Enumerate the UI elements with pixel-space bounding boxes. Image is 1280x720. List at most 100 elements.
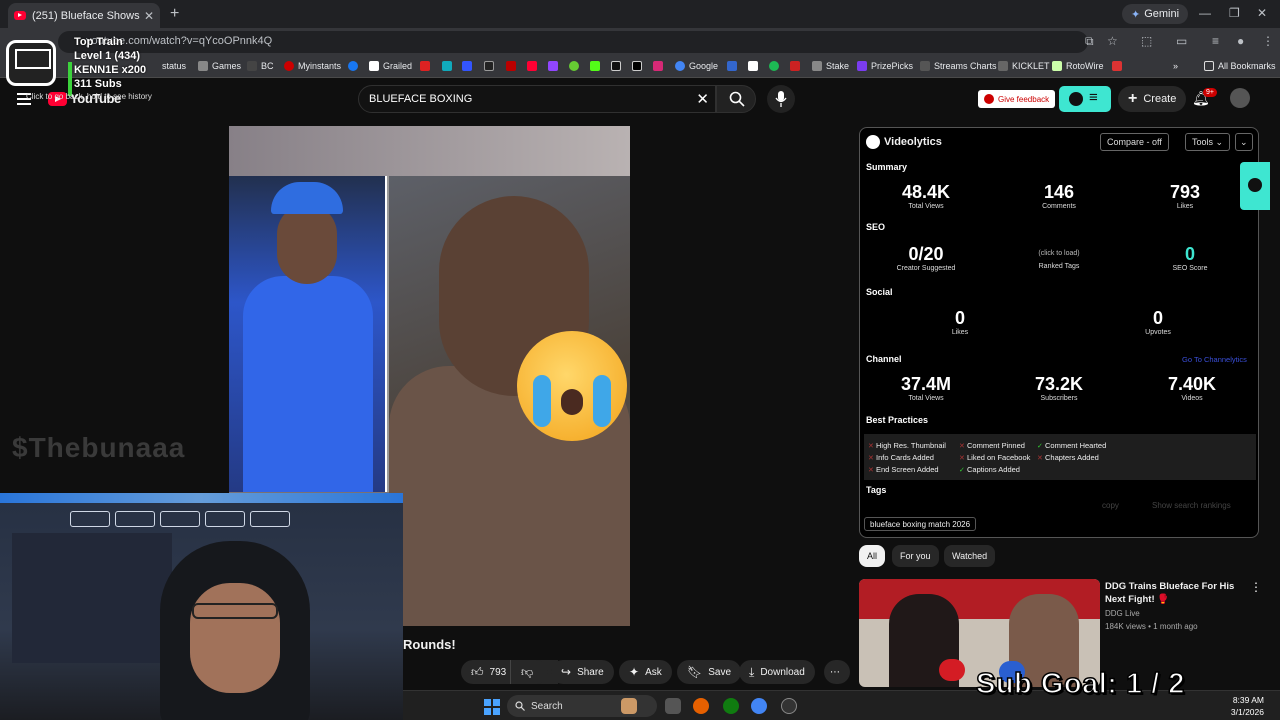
recommended-video-title[interactable]: DDG Trains Blueface For His Next Fight! … bbox=[1105, 580, 1235, 606]
bookmark-youtube[interactable] bbox=[527, 61, 541, 71]
bookmark-rumble[interactable] bbox=[569, 61, 583, 71]
bookmark-stake[interactable]: Stake bbox=[812, 61, 849, 71]
seo-ranked-tags[interactable]: (click to load) Ranked Tags bbox=[999, 250, 1119, 270]
bookmark-amazon[interactable] bbox=[748, 61, 762, 71]
show-search-rankings-button[interactable]: Show search rankings bbox=[1152, 501, 1231, 510]
voice-search-button[interactable] bbox=[767, 85, 795, 113]
back-tooltip: Click to go back, hold to see history bbox=[26, 92, 152, 101]
bookmark-s[interactable] bbox=[1112, 61, 1126, 71]
tag-chip[interactable]: blueface boxing match 2026 bbox=[864, 517, 977, 531]
create-button[interactable]: + Create bbox=[1118, 86, 1187, 112]
facebook-icon bbox=[348, 61, 358, 71]
maximize-icon[interactable]: ❐ bbox=[1229, 6, 1240, 20]
app-icon bbox=[506, 61, 516, 71]
bookmark-myinstants[interactable]: Myinstants bbox=[284, 61, 341, 71]
streamer-face bbox=[190, 583, 280, 693]
supreme-icon bbox=[420, 61, 430, 71]
new-tab-icon[interactable]: + bbox=[170, 5, 179, 23]
app-icon[interactable] bbox=[781, 698, 797, 714]
recommended-channel[interactable]: DDG Live bbox=[1105, 609, 1140, 618]
ask-button[interactable]: ✦ Ask bbox=[619, 660, 672, 684]
start-button[interactable] bbox=[484, 699, 500, 715]
menu-kebab-icon[interactable]: ⋮ bbox=[1262, 34, 1274, 48]
task-view-icon[interactable] bbox=[665, 698, 681, 714]
rotowire-icon bbox=[1052, 61, 1062, 71]
bp-item: ✓ Comment Hearted bbox=[1037, 441, 1107, 450]
more-horizontal-icon: ⋯ bbox=[830, 666, 840, 678]
clear-search-icon[interactable]: ✕ bbox=[696, 90, 709, 108]
chip-watched[interactable]: Watched bbox=[944, 545, 996, 567]
videolytics-floating-button[interactable] bbox=[1240, 162, 1270, 210]
bookmark-tiktok[interactable] bbox=[611, 61, 625, 71]
more-actions-button[interactable]: ⋯ bbox=[824, 660, 850, 684]
search-query: BLUEFACE BOXING bbox=[369, 93, 473, 105]
chip-for-you[interactable]: For you bbox=[892, 545, 939, 567]
x-mark-icon: ✕ bbox=[868, 443, 874, 450]
reading-list-icon[interactable]: ≡ bbox=[1212, 34, 1219, 48]
account-avatar[interactable] bbox=[1230, 88, 1250, 108]
videolytics-extension-button[interactable]: ≡ bbox=[1059, 86, 1111, 112]
ask-label: Ask bbox=[645, 666, 662, 678]
download-button[interactable]: ⤓ Download bbox=[739, 660, 815, 684]
compare-toggle-button[interactable]: Compare - off bbox=[1100, 133, 1169, 151]
xbox-icon[interactable] bbox=[723, 698, 739, 714]
url-field[interactable]: youtube.com/watch?v=qYcoOPnnk4Q bbox=[58, 31, 1088, 53]
gemini-button[interactable]: ✦ Gemini bbox=[1122, 4, 1189, 24]
profile-icon[interactable]: ● bbox=[1237, 34, 1244, 48]
widget-icon[interactable] bbox=[621, 698, 637, 714]
install-icon[interactable]: ⧉ bbox=[1085, 34, 1094, 49]
copy-tags-button[interactable]: copy bbox=[1102, 501, 1119, 510]
all-bookmarks-folder[interactable]: All Bookmarks bbox=[1204, 61, 1276, 71]
bookmark-kick[interactable] bbox=[590, 61, 604, 71]
chip-all[interactable]: All bbox=[859, 545, 886, 567]
bookmark-games[interactable]: Games bbox=[198, 61, 241, 71]
minimize-icon[interactable]: — bbox=[1199, 6, 1211, 20]
bookmark-facebook[interactable] bbox=[348, 61, 362, 71]
bookmark-spotify[interactable] bbox=[769, 61, 783, 71]
dislike-button[interactable]: 👎︎ bbox=[510, 660, 548, 684]
bookmark-grailed[interactable]: Grailed bbox=[369, 61, 412, 71]
extensions-icon[interactable]: ⬚ bbox=[1141, 34, 1152, 48]
bookmark-suprame[interactable] bbox=[420, 61, 434, 71]
bookmark-red[interactable] bbox=[506, 61, 520, 71]
clock-time: 8:39 AM bbox=[1232, 695, 1264, 705]
bookmark-rotowire[interactable]: RotoWire bbox=[1052, 61, 1104, 71]
bookmark-instagram[interactable] bbox=[653, 61, 667, 71]
bookmark-bc[interactable]: BC bbox=[247, 61, 274, 71]
bookmark-blue[interactable] bbox=[462, 61, 476, 71]
bookmark-h[interactable] bbox=[484, 61, 498, 71]
chrome-icon[interactable] bbox=[751, 698, 767, 714]
share-button[interactable]: ↪ Share bbox=[551, 660, 614, 684]
save-button[interactable]: 🔖︎ Save bbox=[677, 660, 742, 684]
google-icon bbox=[675, 61, 685, 71]
youtube-masthead: YouTube BLUEFACE BOXING ✕ Give feedback … bbox=[0, 78, 1280, 120]
bookmark-google[interactable]: Google bbox=[675, 61, 718, 71]
more-vertical-icon[interactable]: ⋮ bbox=[1250, 580, 1262, 594]
collapse-panel-button[interactable]: ⌄ bbox=[1235, 133, 1253, 151]
bookmark-prizepicks[interactable]: PrizePicks bbox=[857, 61, 913, 71]
bookmark-streams-charts[interactable]: Streams Charts bbox=[920, 61, 997, 71]
search-button[interactable] bbox=[716, 85, 756, 113]
tab-title: (251) Blueface Shows Off His Sk bbox=[32, 9, 140, 22]
bookmark-x[interactable] bbox=[632, 61, 646, 71]
close-tab-icon[interactable]: ✕ bbox=[144, 9, 154, 23]
bookmark-teal[interactable] bbox=[442, 61, 456, 71]
create-label: Create bbox=[1143, 93, 1177, 105]
go-to-channelytics-link[interactable]: Go To Channelytics bbox=[1182, 355, 1247, 364]
tools-dropdown[interactable]: Tools ⌄ bbox=[1185, 133, 1231, 151]
bookmark-stats[interactable] bbox=[790, 61, 804, 71]
bookmark-app1[interactable] bbox=[727, 61, 741, 71]
close-window-icon[interactable]: ✕ bbox=[1257, 6, 1267, 20]
firefox-icon[interactable] bbox=[693, 698, 709, 714]
system-clock[interactable]: 8:39 AM 3/1/2026 bbox=[1231, 694, 1264, 718]
bookmark-kicklet[interactable]: KICKLET bbox=[998, 61, 1050, 71]
bookmark-twitch[interactable] bbox=[548, 61, 562, 71]
bookmark-star-icon[interactable]: ☆ bbox=[1107, 34, 1118, 48]
browser-tab-active[interactable]: (251) Blueface Shows Off His Sk ✕ bbox=[8, 3, 160, 28]
best-practices-heading: Best Practices bbox=[866, 415, 929, 425]
search-input[interactable]: BLUEFACE BOXING ✕ bbox=[358, 85, 716, 113]
train-progress-bar bbox=[68, 62, 72, 96]
side-panel-icon[interactable]: ▭ bbox=[1176, 34, 1187, 48]
give-feedback-button[interactable]: Give feedback bbox=[978, 90, 1056, 108]
bookmarks-overflow-icon[interactable]: » bbox=[1173, 61, 1178, 71]
